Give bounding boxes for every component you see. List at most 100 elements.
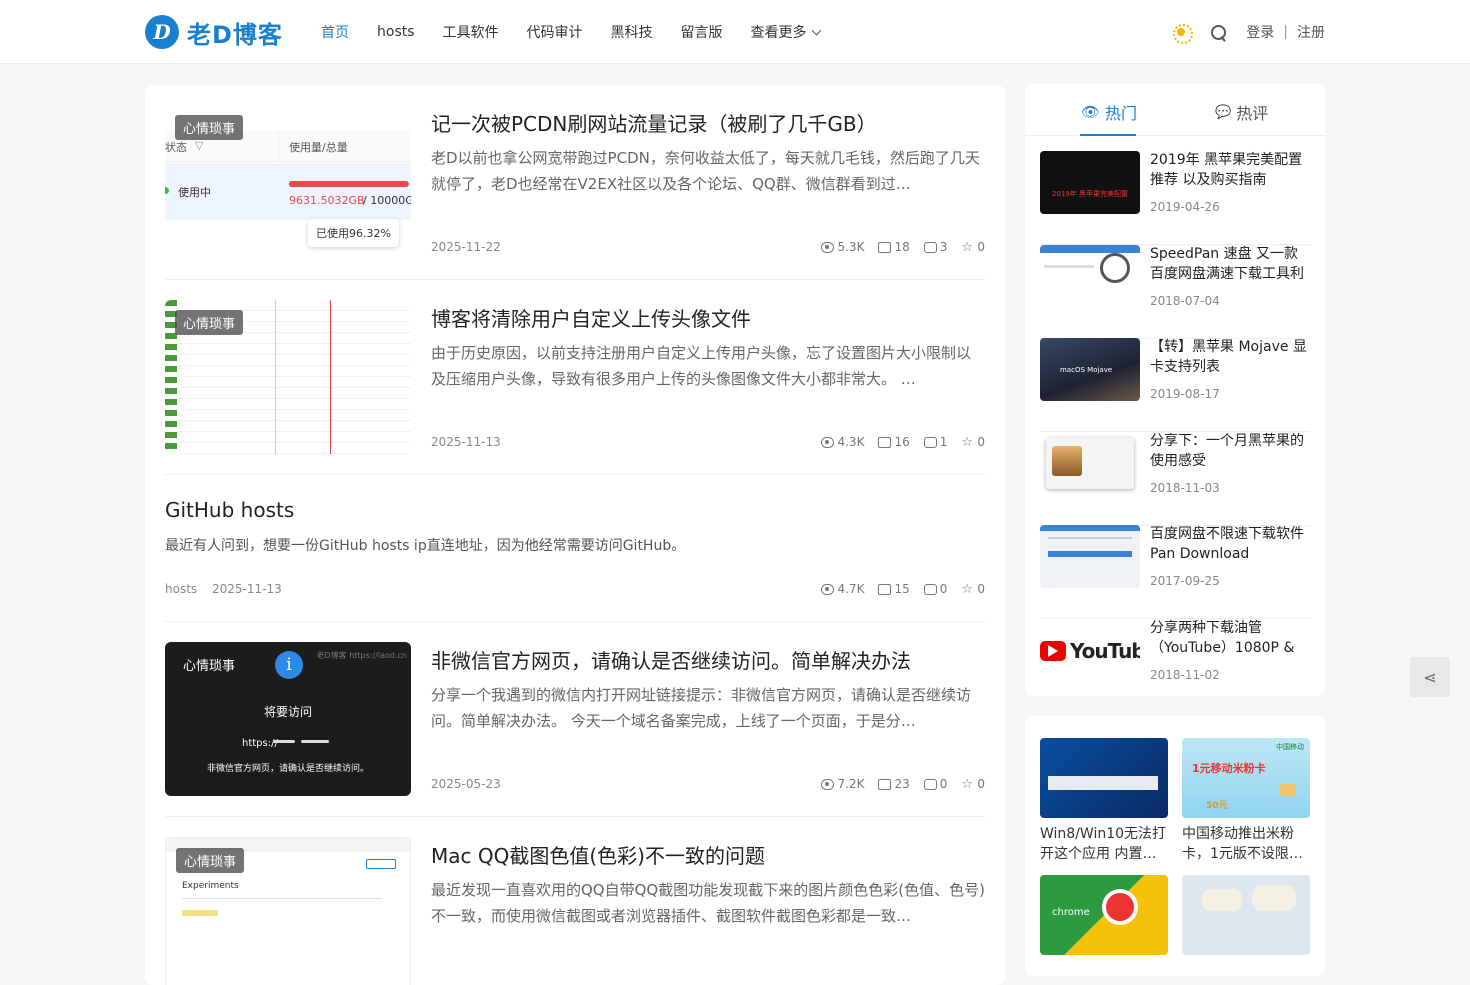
thumb-used: 9631.5032GB — [289, 194, 365, 207]
logo-mark: D — [145, 15, 179, 49]
post-title[interactable]: Mac QQ截图色值(色彩)不一致的问题 — [431, 840, 765, 869]
post-list: 状态 ▽ 使用量/总量 使用中 9631.5032GB / 10000GB 已使… — [145, 85, 1005, 985]
featured-card[interactable] — [1182, 875, 1310, 955]
featured-card[interactable]: chrome — [1040, 875, 1168, 955]
post-category[interactable]: hosts — [165, 582, 197, 596]
likes-stat[interactable]: 18 — [878, 240, 910, 254]
nav-home[interactable]: 首页 — [321, 22, 349, 42]
thumbs-up-icon — [878, 436, 892, 448]
register-link[interactable]: 注册 — [1297, 22, 1325, 42]
views-stat: 5.3K — [821, 240, 864, 254]
likes-stat[interactable]: 23 — [878, 777, 910, 791]
post-excerpt: 分享一个我遇到的微信内打开网址链接提示：非微信官方网页，请确认是否继续访问。简单… — [431, 686, 972, 730]
featured-widget: Win8/Win10无法打开这个应用 内置… 1元移动米粉卡 中国移动 50元 … — [1025, 716, 1325, 976]
thumb-watermark: 老D博客 https://laod.cn — [316, 651, 408, 660]
post-stats: 4.7K 15 0 ☆ 0 — [807, 582, 985, 596]
tab-hot[interactable]: 👁 热门 — [1081, 100, 1137, 124]
comments-count: 3 — [939, 240, 948, 254]
nav-tools[interactable]: 工具软件 — [443, 22, 499, 42]
post-date: 2025-11-13 — [212, 582, 282, 596]
likes-stat[interactable]: 16 — [878, 435, 910, 449]
comment-icon — [923, 583, 937, 595]
thumbs-up-icon — [878, 583, 892, 595]
featured-card[interactable]: 1元移动米粉卡 中国移动 50元 中国移动推出米粉卡，1元版不设限… — [1182, 738, 1310, 864]
comments-stat[interactable]: 0 — [923, 777, 948, 791]
post-stats: 5.3K 18 3 ☆ 0 — [807, 240, 985, 254]
post-title[interactable]: 博客将清除用户自定义上传头像文件 — [431, 303, 751, 332]
post-thumbnail[interactable]: 老D博客 https://laod.cn i 将要访问 https:// 非微信… — [165, 642, 411, 796]
post-title[interactable]: 非微信官方网页，请确认是否继续访问。简单解决办法 — [431, 645, 911, 674]
category-tag[interactable]: 心情琐事 — [175, 652, 243, 677]
hot-post-image: 2019年 黑苹果完美配置 — [1040, 151, 1140, 214]
sun-icon[interactable] — [1172, 23, 1194, 44]
category-tag[interactable]: 心情琐事 — [175, 310, 244, 335]
views-count: 4.3K — [837, 435, 865, 449]
magnifier-icon — [1100, 253, 1130, 283]
comment-icon — [923, 778, 937, 790]
post-thumbnail[interactable]: 心情琐事 — [165, 300, 411, 454]
comments-stat[interactable]: 0 — [923, 582, 947, 596]
hot-posts-widget: 👁 热门 💬 热评 2019年 黑苹果完美配置 2019年 黑苹果完美配置推荐 以及… — [1025, 84, 1325, 696]
likes-count: 23 — [894, 777, 910, 791]
comments-count: 0 — [939, 777, 948, 791]
favs-count: 0 — [977, 777, 985, 791]
thumb-col-usage: 使用量/总量 — [289, 141, 348, 154]
comments-stat[interactable]: 1 — [923, 435, 947, 449]
hot-post-item[interactable]: 百度网盘不限速下载软件Pan Download 2017-09-25 — [1040, 525, 1310, 619]
chevron-down-icon — [811, 25, 821, 35]
nav-black-tech[interactable]: 黑科技 — [611, 22, 653, 42]
featured-title: Win8/Win10无法打开这个应用 内置… — [1040, 826, 1167, 862]
thumb-total: / 10000GB — [363, 194, 411, 207]
favs-stat[interactable]: ☆ 0 — [961, 777, 985, 791]
image-price: 50元 — [1206, 801, 1228, 811]
search-icon[interactable] — [1210, 24, 1227, 40]
tab-comments[interactable]: 💬 热评 — [1215, 100, 1268, 124]
post-title[interactable]: GitHub hosts — [165, 498, 294, 522]
likes-stat[interactable]: 15 — [878, 582, 910, 596]
tab-hot-underline — [1080, 134, 1136, 136]
star-icon: ☆ — [961, 239, 974, 255]
views-stat: 4.3K — [821, 435, 864, 449]
thumb-col-status: 状态 — [165, 141, 187, 154]
post-excerpt: 最近有人问到，想要一份GitHub hosts ip直连地址，因为他经常需要访问… — [165, 538, 686, 554]
featured-image: chrome — [1040, 875, 1168, 955]
hot-post-item[interactable]: 分享下：一个月黑苹果的使用感受 2018-11-03 — [1040, 432, 1310, 526]
hot-post-item[interactable]: YouTube 分享两种下载油管（YouTube）1080P & … 2018-… — [1040, 619, 1310, 696]
hot-post-item[interactable]: macOS Mojave 【转】黑苹果 Mojave 显卡支持列表 2019-0… — [1040, 338, 1310, 432]
post-excerpt: 由于历史原因，以前支持注册用户自定义上传用户头像，忘了设置图片大小限制以及压缩用… — [431, 344, 972, 388]
hot-post-title: SpeedPan 速盘 又一款百度网盘满速下载工具利器 — [1150, 246, 1304, 282]
header-actions: 登录 | 注册 — [1172, 0, 1325, 64]
post-item: 心情琐事 博客将清除用户自定义上传头像文件 由于历史原因，以前支持注册用户自定义… — [165, 300, 985, 475]
post-thumbnail[interactable]: Experiments 心情琐事 — [165, 837, 411, 985]
hot-post-item[interactable]: 2019年 黑苹果完美配置 2019年 黑苹果完美配置推荐 以及购买指南 201… — [1040, 151, 1310, 245]
nav-guestbook[interactable]: 留言版 — [681, 22, 723, 42]
share-button[interactable]: ⋖ — [1410, 657, 1450, 697]
info-icon: i — [275, 651, 303, 679]
hot-post-image: macOS Mojave — [1040, 338, 1140, 401]
favs-count: 0 — [977, 240, 985, 254]
nav-hosts[interactable]: hosts — [377, 24, 415, 40]
image-caption: chrome — [1052, 907, 1090, 918]
favs-stat[interactable]: ☆ 0 — [961, 582, 985, 596]
site-logo[interactable]: D 老D博客 — [145, 15, 283, 49]
login-link[interactable]: 登录 — [1246, 22, 1274, 42]
nav-code-audit[interactable]: 代码审计 — [527, 22, 583, 42]
views-count: 7.2K — [837, 777, 865, 791]
hot-post-item[interactable]: SpeedPan 速盘 又一款百度网盘满速下载工具利器 2018-07-04 — [1040, 245, 1310, 339]
star-icon: ☆ — [961, 434, 974, 450]
hot-post-title: 分享两种下载油管（YouTube）1080P & … — [1150, 620, 1295, 656]
post-thumbnail[interactable]: 状态 ▽ 使用量/总量 使用中 9631.5032GB / 10000GB 已使… — [165, 105, 411, 259]
post-title[interactable]: 记一次被PCDN刷网站流量记录（被刷了几千GB） — [431, 108, 877, 137]
main-nav: 首页 hosts 工具软件 代码审计 黑科技 留言版 查看更多 — [321, 0, 848, 64]
post-date: 2025-11-22 — [431, 240, 501, 254]
category-tag[interactable]: 心情琐事 — [176, 848, 245, 873]
favs-stat[interactable]: ☆ 0 — [961, 240, 985, 254]
site-header: D 老D博客 首页 hosts 工具软件 代码审计 黑科技 留言版 查看更多 登… — [0, 0, 1470, 64]
hot-post-title: 2019年 黑苹果完美配置推荐 以及购买指南 — [1150, 152, 1303, 188]
comments-stat[interactable]: 3 — [923, 240, 948, 254]
hot-post-image — [1040, 525, 1140, 588]
nav-more[interactable]: 查看更多 — [751, 22, 821, 42]
category-tag[interactable]: 心情琐事 — [175, 115, 244, 140]
featured-card[interactable]: Win8/Win10无法打开这个应用 内置… — [1040, 738, 1168, 864]
favs-stat[interactable]: ☆ 0 — [961, 435, 985, 449]
